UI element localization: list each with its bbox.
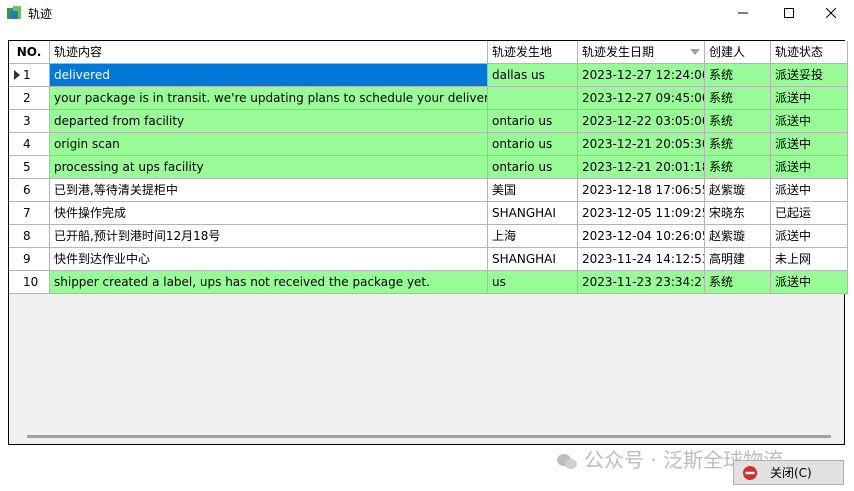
row-number[interactable]: 8 xyxy=(9,225,50,248)
cell-status[interactable]: 派送中 xyxy=(771,225,848,248)
minimize-button[interactable] xyxy=(720,0,766,26)
cell-date[interactable]: 2023-12-05 11:09:25 xyxy=(578,202,705,225)
sort-desc-icon xyxy=(690,49,700,55)
header-no[interactable]: NO. xyxy=(9,41,50,64)
table-row[interactable]: 2 your package is in transit. we're updat… xyxy=(9,87,848,110)
horizontal-scrollbar[interactable] xyxy=(27,435,831,438)
table-row[interactable]: 8 已开船,预计到港时间12月18号 上海 2023-12-04 10:26:05 赵紫… xyxy=(9,225,848,248)
title-bar: 轨迹 xyxy=(0,0,854,26)
close-button[interactable]: 关闭(C) xyxy=(733,460,844,485)
cell-status[interactable]: 派送妥投 xyxy=(771,64,848,87)
cell-content[interactable]: 已开船,预计到港时间12月18号 xyxy=(50,225,488,248)
cell-content[interactable]: processing at ups facility xyxy=(50,156,488,179)
current-row-arrow-icon xyxy=(14,70,20,80)
maximize-button[interactable] xyxy=(766,0,812,26)
table-row[interactable]: 5 processing at ups facility ontario us 202… xyxy=(9,156,848,179)
table-row[interactable]: 6 已到港,等待清关提柜中 美国 2023-12-18 17:06:55 赵紫璇 派送中 xyxy=(9,179,848,202)
maximize-icon xyxy=(784,8,794,18)
row-number[interactable]: 4 xyxy=(9,133,50,156)
cell-content[interactable]: your package is in transit. we're updati… xyxy=(50,87,488,110)
cell-creator[interactable]: 宋晓东 xyxy=(705,202,771,225)
grid-header-row: NO. 轨迹内容 轨迹发生地 轨迹发生日期 创建人 轨迹状态 xyxy=(9,41,848,64)
cell-date[interactable]: 2023-12-21 20:05:30 xyxy=(578,133,705,156)
cell-status[interactable]: 已起运 xyxy=(771,202,848,225)
cell-status[interactable]: 派送中 xyxy=(771,133,848,156)
cell-place[interactable]: SHANGHAI xyxy=(488,248,578,271)
wechat-icon xyxy=(557,453,577,469)
track-grid[interactable]: NO. 轨迹内容 轨迹发生地 轨迹发生日期 创建人 轨迹状态 1 delivere… xyxy=(8,40,848,445)
cell-date[interactable]: 2023-12-27 12:24:00 xyxy=(578,64,705,87)
table-row[interactable]: 7 快件操作完成 SHANGHAI 2023-12-05 11:09:25 宋晓东 已起运 xyxy=(9,202,848,225)
cell-creator[interactable]: 高明建 xyxy=(705,248,771,271)
cell-place[interactable]: ontario us xyxy=(488,110,578,133)
cell-status[interactable]: 派送中 xyxy=(771,110,848,133)
cell-creator[interactable]: 系统 xyxy=(705,133,771,156)
cell-creator[interactable]: 系统 xyxy=(705,64,771,87)
cell-place[interactable]: us xyxy=(488,271,578,294)
cell-content[interactable]: origin scan xyxy=(50,133,488,156)
cell-place[interactable]: ontario us xyxy=(488,156,578,179)
cell-status[interactable]: 派送中 xyxy=(771,179,848,202)
minimize-icon xyxy=(738,12,748,14)
cell-date[interactable]: 2023-11-24 14:12:53 xyxy=(578,248,705,271)
row-number[interactable]: 5 xyxy=(9,156,50,179)
cell-place[interactable]: 美国 xyxy=(488,179,578,202)
cell-place[interactable]: SHANGHAI xyxy=(488,202,578,225)
no-entry-icon xyxy=(743,465,757,480)
close-icon xyxy=(826,8,836,18)
header-status[interactable]: 轨迹状态 xyxy=(771,41,848,64)
table-row[interactable]: 9 快件到达作业中心 SHANGHAI 2023-11-24 14:12:53 高明建未… xyxy=(9,248,848,271)
header-content[interactable]: 轨迹内容 xyxy=(50,41,488,64)
row-number[interactable]: 9 xyxy=(9,248,50,271)
cell-date[interactable]: 2023-12-18 17:06:55 xyxy=(578,179,705,202)
table-row[interactable]: 1 delivered dallas us 2023-12-27 12:24:00 系统… xyxy=(9,64,848,87)
header-place[interactable]: 轨迹发生地 xyxy=(488,41,578,64)
cell-status[interactable]: 派送中 xyxy=(771,271,848,294)
cell-content[interactable]: departed from facility xyxy=(50,110,488,133)
cell-date[interactable]: 2023-12-04 10:26:05 xyxy=(578,225,705,248)
table-row[interactable]: 10 shipper created a label, ups has not r… xyxy=(9,271,848,294)
cell-status[interactable]: 派送中 xyxy=(771,87,848,110)
cell-status[interactable]: 未上网 xyxy=(771,248,848,271)
row-number[interactable]: 2 xyxy=(9,87,50,110)
cell-place[interactable] xyxy=(488,87,578,110)
header-creator[interactable]: 创建人 xyxy=(705,41,771,64)
table-row[interactable]: 4 origin scan ontario us 2023-12-21 20:05:3… xyxy=(9,133,848,156)
window-title: 轨迹 xyxy=(28,7,53,21)
row-number[interactable]: 7 xyxy=(9,202,50,225)
header-date-label: 轨迹发生日期 xyxy=(582,45,655,59)
cell-place[interactable]: 上海 xyxy=(488,225,578,248)
cell-creator[interactable]: 系统 xyxy=(705,271,771,294)
cell-creator[interactable]: 系统 xyxy=(705,156,771,179)
app-icon xyxy=(7,6,21,19)
table-row[interactable]: 3 departed from facility ontario us 2023-12… xyxy=(9,110,848,133)
row-number[interactable]: 6 xyxy=(9,179,50,202)
cell-date[interactable]: 2023-11-23 23:34:27 xyxy=(578,271,705,294)
cell-date[interactable]: 2023-12-22 03:05:00 xyxy=(578,110,705,133)
cell-creator[interactable]: 赵紫璇 xyxy=(705,179,771,202)
cell-place[interactable]: dallas us xyxy=(488,64,578,87)
cell-content[interactable]: delivered xyxy=(50,64,488,87)
cell-content[interactable]: 快件到达作业中心 xyxy=(50,248,488,271)
cell-content[interactable]: 已到港,等待清关提柜中 xyxy=(50,179,488,202)
cell-content[interactable]: shipper created a label, ups has not rec… xyxy=(50,271,488,294)
close-button-label: 关闭(C) xyxy=(770,466,812,480)
cell-creator[interactable]: 系统 xyxy=(705,87,771,110)
header-date[interactable]: 轨迹发生日期 xyxy=(578,41,705,64)
cell-place[interactable]: ontario us xyxy=(488,133,578,156)
cell-content[interactable]: 快件操作完成 xyxy=(50,202,488,225)
cell-date[interactable]: 2023-12-27 09:45:00 xyxy=(578,87,705,110)
cell-creator[interactable]: 系统 xyxy=(705,110,771,133)
cell-status[interactable]: 派送中 xyxy=(771,156,848,179)
row-number[interactable]: 10 xyxy=(9,271,50,294)
cell-date[interactable]: 2023-12-21 20:01:18 xyxy=(578,156,705,179)
close-window-button[interactable] xyxy=(808,0,854,26)
row-number[interactable]: 3 xyxy=(9,110,50,133)
cell-creator[interactable]: 赵紫璇 xyxy=(705,225,771,248)
